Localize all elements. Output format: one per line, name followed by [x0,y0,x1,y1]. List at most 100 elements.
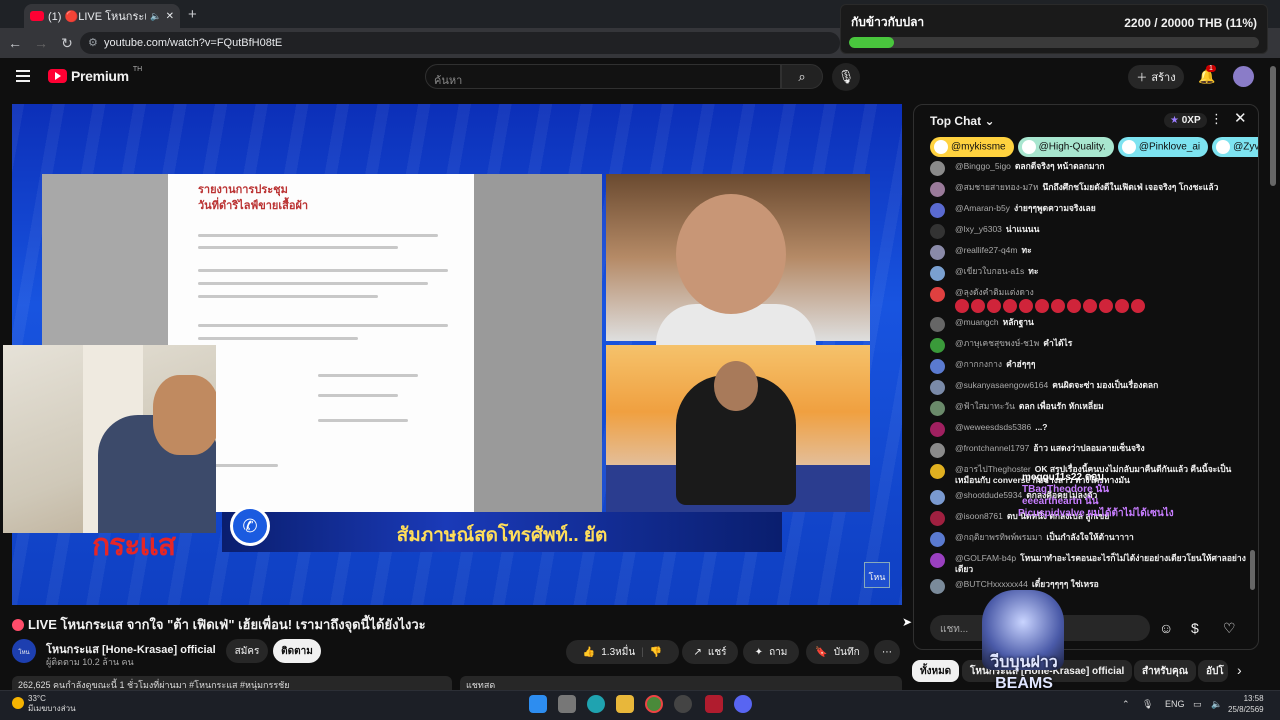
xp-badge[interactable]: ★ 0XP [1164,113,1207,128]
chat-avatar[interactable] [930,203,945,218]
browser-tab[interactable]: (1) 🔴LIVE โหนกระแส จากใจ 🔈 ✕ [24,4,180,28]
chat-avatar[interactable] [930,511,945,526]
filter-all[interactable]: ทั้งหมด [912,660,960,682]
supporter-chip[interactable]: @Zyv [1212,137,1258,157]
search-input[interactable]: ค้นหา [425,64,781,89]
chat-avatar[interactable] [930,553,945,568]
volume-icon[interactable]: 🔈 [1211,699,1222,710]
chevron-right-icon[interactable]: › [1237,662,1242,678]
site-info-icon[interactable]: ⚙ [88,36,98,49]
chat-author[interactable]: @กฤติยาพรทิพพ์พรมมา [955,532,1042,542]
chat-author[interactable]: @lxy_y6303 [955,224,1002,234]
chat-avatar[interactable] [930,245,945,260]
dislike-icon[interactable]: 👎 [650,647,662,658]
chat-avatar[interactable] [930,359,945,374]
create-button[interactable]: ＋ สร้าง [1128,65,1184,89]
chat-message[interactable]: @reallife27-q4m ทะ [914,241,1246,262]
chat-avatar[interactable] [930,380,945,395]
chat-author[interactable]: @Binggo_5igo [955,161,1011,171]
chat-author[interactable]: @สมชายสายทอง-ม7ห [955,182,1039,192]
chat-avatar[interactable] [930,579,945,594]
reload-icon[interactable]: ↻ [56,35,78,52]
chat-author[interactable]: @muangch [955,317,999,327]
new-tab-icon[interactable]: + [188,6,197,23]
supporter-chip[interactable]: @mykissme [930,137,1014,157]
share-button[interactable]: ↗ แชร์ [682,640,738,664]
task-view-icon[interactable] [558,695,576,713]
app-icon[interactable] [705,695,723,713]
file-explorer-icon[interactable] [616,695,634,713]
chat-message[interactable]: @muangch หลักฐาน [914,313,1246,334]
chat-avatar[interactable] [930,422,945,437]
chat-message[interactable]: @ฟ้าใสมาทะวัน ตลก เพื่อนรัก หักเหลี่ยม [914,397,1246,418]
mic-tray-icon[interactable]: 🎙 [1142,699,1153,710]
chat-author[interactable]: @กากกงกาง [955,359,1002,369]
menu-icon[interactable] [16,70,30,85]
like-count[interactable]: 1.3หมื่น [601,645,635,660]
chat-menu-icon[interactable]: ⋮ [1210,111,1223,127]
chat-message[interactable]: @Binggo_5igo ตลกดีจริงๆ หน้าตลกมาก [914,157,1246,178]
supporter-chip[interactable]: @Pinklove_ai [1117,137,1209,157]
search-button[interactable]: ⌕ [781,64,823,89]
back-icon[interactable]: ← [4,35,26,51]
like-icon[interactable]: 👍 [583,647,595,658]
page-scrollbar[interactable] [1270,66,1276,186]
chat-author[interactable]: @GOLFAM-b4p [955,553,1016,563]
tray-chevron-icon[interactable]: ⌃ [1122,699,1130,710]
obs-icon[interactable] [674,695,692,713]
chat-author[interactable]: @frontchannel1797 [955,443,1029,453]
discord-icon[interactable] [734,695,752,713]
more-actions-icon[interactable]: ⋯ [874,640,900,664]
filter-for-you[interactable]: สำหรับคุณ [1134,660,1196,682]
chat-avatar[interactable] [930,443,945,458]
chat-message[interactable]: @สมชายสายทอง-ม7ห นึกถึงศึกชโมยดังดีในเฟิด… [914,178,1246,199]
emoji-icon[interactable]: ☺ [1159,620,1173,636]
chat-avatar[interactable] [930,532,945,547]
close-chat-icon[interactable]: ✕ [1234,109,1247,127]
chat-avatar[interactable] [930,266,945,281]
chat-author[interactable]: @Amaran-b5y [955,203,1010,213]
chat-author[interactable]: @shootdude5934 [955,490,1022,500]
description-box[interactable]: 262,625 คนกำลังดูขณะนี้ 1 ชั่วโมงที่ผ่าน… [12,676,452,690]
supporter-chip[interactable]: @High-Quality. [1017,137,1114,157]
chat-message[interactable]: @GOLFAM-b4p โหนมาทำอะไรคอนอะไรก็ไม่ได้ง่า… [914,549,1246,575]
chat-avatar[interactable] [930,317,945,332]
chat-avatar[interactable] [930,490,945,505]
chat-author[interactable]: @ภาษุเคชสุขพงษ์-ช1พ [955,338,1039,348]
chat-message[interactable]: @เขียวใบกอน-a1s ทะ [914,262,1246,283]
chat-avatar[interactable] [930,464,945,479]
forward-icon[interactable]: → [30,35,52,51]
chat-author[interactable]: @sukanyasaengow6164 [955,380,1048,390]
ask-button[interactable]: ✦ ถาม [743,640,799,664]
clock[interactable]: 13:58 25/8/2569 [1228,693,1264,715]
chat-message[interactable]: @frontchannel1797 อ้าว แสดงว่าปลอมลายเซ็น… [914,439,1246,460]
start-icon[interactable] [529,695,547,713]
yt-logo[interactable]: Premium TH [48,66,142,84]
chat-author[interactable]: @isoon8761 [955,511,1003,521]
chat-author[interactable]: @เขียวใบกอน-a1s [955,266,1024,276]
tab-close-icon[interactable]: ✕ [166,11,174,22]
chat-message[interactable]: @Amaran-b5y ง่ายๆๆพูดความจริงเลย [914,199,1246,220]
chat-author[interactable]: @ฟ้าใสมาทะวัน [955,401,1015,411]
chat-avatar[interactable] [930,161,945,176]
network-icon[interactable]: ▭ [1193,699,1202,710]
chrome-icon[interactable] [645,695,663,713]
chat-author[interactable]: @reallife27-q4m [955,245,1018,255]
subscribe-button[interactable]: ติดตาม [273,639,321,663]
chat-message[interactable]: @กากกงกาง คำฮ่ๆๆๆ [914,355,1246,376]
language-indicator[interactable]: ENG [1165,699,1185,709]
account-avatar[interactable] [1233,66,1254,87]
chat-avatar[interactable] [930,287,945,302]
chat-message[interactable]: @ลุงดังคำติมแต่งดาง [914,283,1246,313]
chat-message[interactable]: @sukanyasaengow6164 คนผิดจะซ่า มองเป็นเรื… [914,376,1246,397]
chat-scrollbar[interactable] [1250,550,1255,590]
chat-avatar[interactable] [930,182,945,197]
chat-avatar[interactable] [930,224,945,239]
chat-author[interactable]: @weweesdsds5386 [955,422,1031,432]
notifications-bell-icon[interactable]: 🔔 1 [1198,65,1216,85]
filter-uploaded[interactable]: อัปโ [1198,660,1228,682]
mute-icon[interactable]: 🔈 [150,11,161,22]
chat-avatar[interactable] [930,401,945,416]
chat-message[interactable]: @กฤติยาพรทิพพ์พรมมา เป็นกำลังใจให้ต้านาาา… [914,528,1246,549]
description-box-right[interactable]: แชทสด [460,676,902,690]
